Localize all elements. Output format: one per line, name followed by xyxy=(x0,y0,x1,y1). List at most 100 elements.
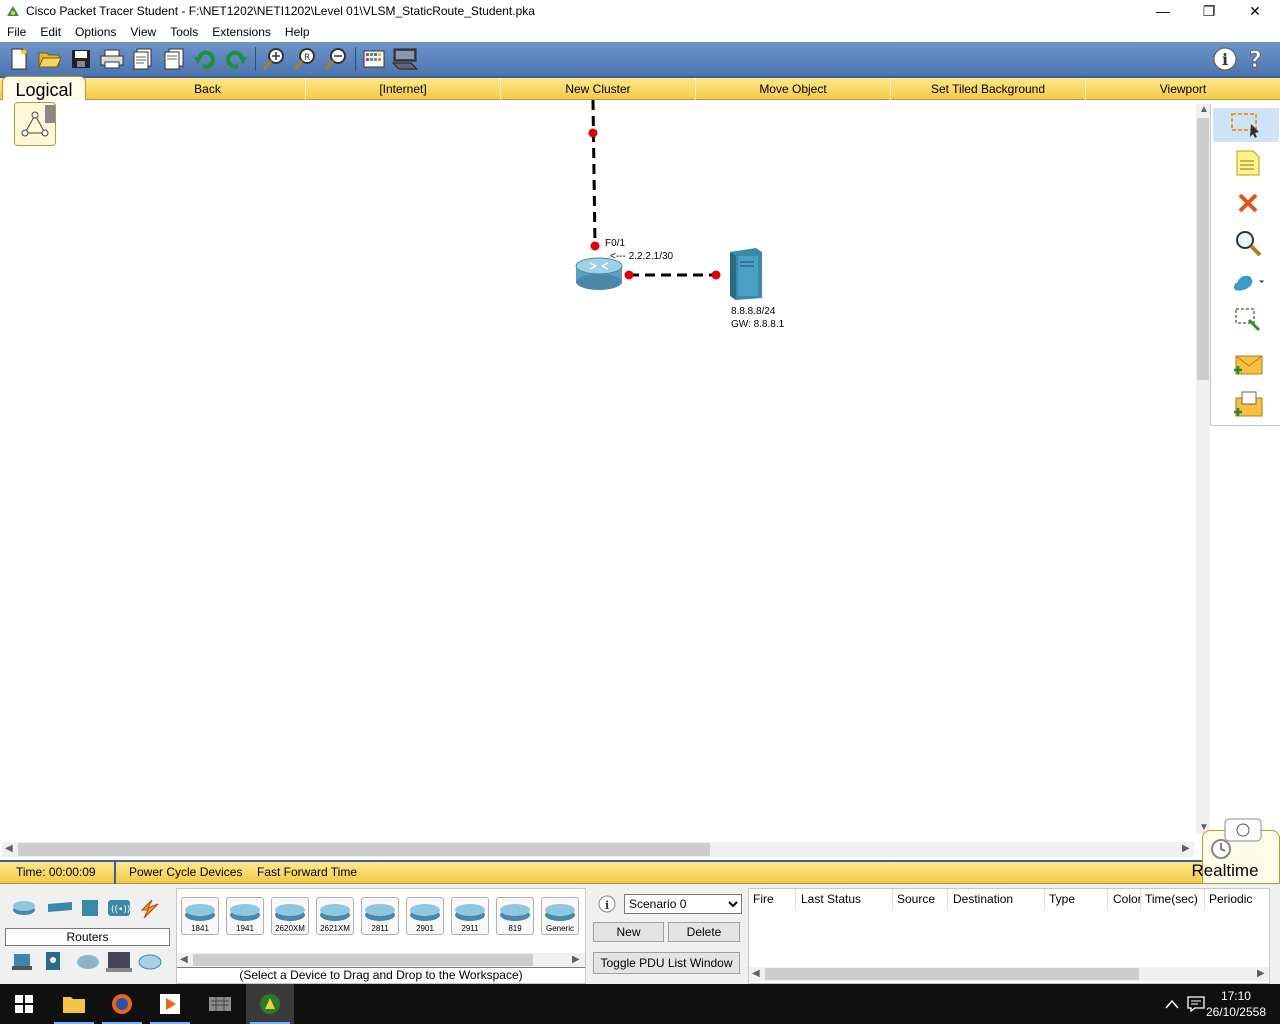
draw-shape-icon xyxy=(1233,275,1265,291)
router-uplink-cable[interactable] xyxy=(591,100,597,247)
device-category-label: Routers xyxy=(5,928,170,946)
zoom-out-icon[interactable] xyxy=(321,45,351,73)
delete-scenario-button[interactable]: Delete xyxy=(668,922,740,942)
simulation-mode-icon[interactable] xyxy=(1223,817,1263,843)
pdu-column-last-status[interactable]: Last Status xyxy=(801,892,861,906)
device-scroll-thumb[interactable] xyxy=(193,954,533,966)
power-cycle-devices-button[interactable]: Power Cycle Devices xyxy=(129,865,242,879)
open-folder-icon[interactable] xyxy=(35,45,65,73)
vertical-scroll-thumb[interactable] xyxy=(1197,118,1209,380)
media-player-taskbar-button[interactable] xyxy=(146,984,194,1024)
menu-options[interactable]: Options xyxy=(68,25,123,39)
toggle-pdu-list-button[interactable]: Toggle PDU List Window xyxy=(593,952,740,974)
notifications-icon[interactable] xyxy=(1187,996,1205,1012)
device-scroll-right-arrow[interactable]: ▶ xyxy=(572,954,580,965)
delete-tool[interactable] xyxy=(1231,186,1265,220)
info-icon[interactable]: i xyxy=(1210,45,1240,73)
select-tool[interactable] xyxy=(1213,108,1279,142)
network-app-taskbar-button[interactable] xyxy=(196,984,244,1024)
fast-forward-time-button[interactable]: Fast Forward Time xyxy=(257,865,357,879)
file-explorer-taskbar-button[interactable] xyxy=(50,984,98,1024)
device-2911[interactable]: 2911 xyxy=(451,897,489,935)
device-generic[interactable]: Generic xyxy=(541,897,579,935)
redo-icon[interactable] xyxy=(221,45,251,73)
menu-extensions[interactable]: Extensions xyxy=(205,25,278,39)
scroll-right-arrow[interactable]: ▶ xyxy=(1182,843,1190,854)
activity-wizard-icon[interactable] xyxy=(128,45,158,73)
router-ip-label: <--- 2.2.2.1/30 xyxy=(610,251,674,262)
pdu-column-destination[interactable]: Destination xyxy=(953,892,1013,906)
menu-edit[interactable]: Edit xyxy=(33,25,68,39)
inspect-tool[interactable] xyxy=(1231,226,1265,260)
zoom-reset-icon[interactable]: R xyxy=(290,45,320,73)
taskbar-clock[interactable]: 17:10 26/10/2558 xyxy=(1206,988,1266,1020)
scenario-info-icon[interactable]: i xyxy=(598,895,616,913)
close-button[interactable]: ✕ xyxy=(1232,0,1278,22)
undo-icon[interactable] xyxy=(190,45,220,73)
menu-tools[interactable]: Tools xyxy=(163,25,205,39)
start-button[interactable] xyxy=(0,984,48,1024)
place-note-tool[interactable] xyxy=(1231,146,1265,180)
pdu-list-scrollbar[interactable]: ◀ ▶ xyxy=(749,967,1269,981)
device-819[interactable]: 819 xyxy=(496,897,534,935)
add-simple-pdu-tool[interactable] xyxy=(1231,348,1265,382)
title-bar: Cisco Packet Tracer Student - F:\NET1202… xyxy=(0,0,1280,22)
main-toolbar: R i ? xyxy=(0,42,1280,76)
new-scenario-button[interactable]: New xyxy=(593,922,664,942)
pdu-column-color[interactable]: Color xyxy=(1113,892,1142,906)
menu-file[interactable]: File xyxy=(0,25,33,39)
pdu-column-type[interactable]: Type xyxy=(1049,892,1075,906)
horizontal-scroll-thumb[interactable] xyxy=(18,843,710,856)
device-2621xm[interactable]: 2621XM xyxy=(316,897,354,935)
firefox-taskbar-button[interactable] xyxy=(98,984,146,1024)
firefox-icon xyxy=(112,994,132,1014)
pdu-column-source[interactable]: Source xyxy=(897,892,935,906)
move-object-button[interactable]: Move Object xyxy=(695,78,890,100)
custom-device-icon[interactable] xyxy=(390,45,420,73)
menu-help[interactable]: Help xyxy=(278,25,317,39)
pdu-scroll-right-arrow[interactable]: ▶ xyxy=(1257,968,1265,979)
add-complex-pdu-tool[interactable] xyxy=(1231,388,1265,422)
minimize-button[interactable]: — xyxy=(1140,0,1186,22)
router-icon[interactable] xyxy=(575,257,623,290)
packet-tracer-taskbar-button[interactable] xyxy=(246,984,294,1024)
scenario-select[interactable]: Scenario 0 xyxy=(624,894,742,914)
device-list-scrollbar[interactable]: ◀ ▶ xyxy=(177,953,585,967)
server-icon[interactable] xyxy=(730,248,762,300)
new-file-icon[interactable] xyxy=(4,45,34,73)
logical-workspace[interactable]: F0/1 <--- 2.2.2.1/30 8.8.8.8/24 GW: 8.8.… xyxy=(0,100,1196,842)
device-1841[interactable]: 1841 xyxy=(181,897,219,935)
viewport-button[interactable]: Viewport xyxy=(1085,78,1280,100)
set-tiled-background-button[interactable]: Set Tiled Background xyxy=(890,78,1085,100)
menu-view[interactable]: View xyxy=(123,25,163,39)
workspace-horizontal-scrollbar[interactable]: ◀ ▶ xyxy=(2,842,1194,857)
workspace-vertical-scrollbar[interactable]: ▲ ▼ xyxy=(1196,104,1210,834)
system-tray-chevron-icon[interactable] xyxy=(1165,999,1179,1009)
pdu-scroll-left-arrow[interactable]: ◀ xyxy=(752,968,760,979)
zoom-in-icon[interactable] xyxy=(259,45,289,73)
scroll-up-arrow[interactable]: ▲ xyxy=(1199,104,1209,115)
help-icon[interactable]: ? xyxy=(1241,45,1271,73)
print-icon[interactable] xyxy=(97,45,127,73)
realtime-label: Realtime xyxy=(1191,861,1259,880)
copy-icon[interactable] xyxy=(159,45,189,73)
pdu-scroll-thumb[interactable] xyxy=(765,968,1139,980)
logical-view-badge[interactable] xyxy=(14,102,56,146)
draw-shape-tool[interactable] xyxy=(1231,266,1265,300)
device-2620xm[interactable]: 2620XM xyxy=(271,897,309,935)
scroll-left-arrow[interactable]: ◀ xyxy=(5,843,13,854)
pdu-column-time[interactable]: Time(sec) xyxy=(1145,892,1198,906)
maximize-button[interactable]: ❐ xyxy=(1186,0,1232,22)
palette-icon[interactable] xyxy=(359,45,389,73)
pdu-column-fire[interactable]: Fire xyxy=(753,892,774,906)
internet-cluster-link[interactable]: [Internet] xyxy=(305,78,500,100)
back-button[interactable]: Back xyxy=(110,78,305,100)
save-icon[interactable] xyxy=(66,45,96,73)
device-scroll-left-arrow[interactable]: ◀ xyxy=(180,954,188,965)
device-1941[interactable]: 1941 xyxy=(226,897,264,935)
pdu-column-periodic[interactable]: Periodic xyxy=(1209,892,1252,906)
device-2811[interactable]: 2811 xyxy=(361,897,399,935)
resize-shape-tool[interactable] xyxy=(1231,304,1265,338)
new-cluster-button[interactable]: New Cluster xyxy=(500,78,695,100)
device-2901[interactable]: 2901 xyxy=(406,897,444,935)
